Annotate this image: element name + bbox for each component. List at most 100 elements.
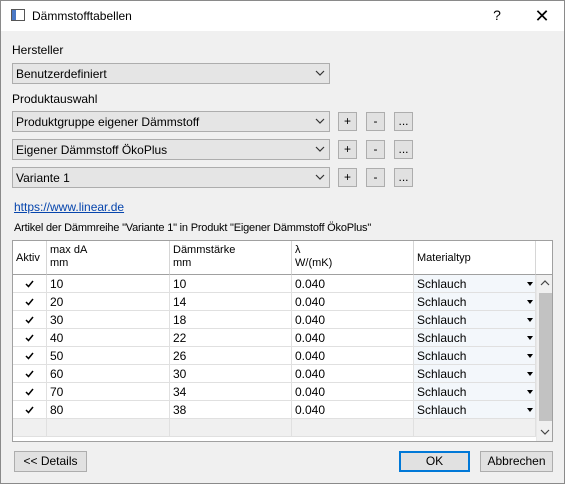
table-row[interactable]: 10 10 0.040 Schlauch xyxy=(13,275,536,293)
details-button[interactable]: << Details xyxy=(14,451,87,472)
help-button[interactable]: ? xyxy=(489,7,505,25)
edit-produktgruppe-button[interactable]: ... xyxy=(394,112,413,131)
max-da-cell[interactable]: 30 xyxy=(47,311,170,329)
hersteller-select[interactable]: Benutzerdefiniert xyxy=(12,63,330,84)
add-produktgruppe-button[interactable]: + xyxy=(338,112,357,131)
max-da-cell[interactable]: 80 xyxy=(47,401,170,419)
remove-daemmstoff-button[interactable]: - xyxy=(366,140,385,159)
chevron-down-icon xyxy=(315,70,325,76)
materialtyp-value: Schlauch xyxy=(417,331,467,345)
max-da-cell[interactable]: 50 xyxy=(47,347,170,365)
materialtyp-select[interactable]: Schlauch xyxy=(414,329,536,347)
aktiv-checkbox[interactable] xyxy=(13,365,47,383)
lambda-cell[interactable]: 0.040 xyxy=(292,311,414,329)
close-button[interactable]: ✕ xyxy=(531,5,553,27)
empty-row xyxy=(13,419,536,437)
aktiv-checkbox[interactable] xyxy=(13,293,47,311)
materialtyp-value: Schlauch xyxy=(417,349,467,363)
aktiv-checkbox[interactable] xyxy=(13,383,47,401)
hersteller-label: Hersteller xyxy=(12,43,64,57)
lambda-cell[interactable]: 0.040 xyxy=(292,347,414,365)
daemmstaerke-cell[interactable]: 18 xyxy=(170,311,292,329)
dropdown-arrow-icon[interactable] xyxy=(527,300,533,304)
produktgruppe-value: Produktgruppe eigener Dämmstoff xyxy=(16,115,200,129)
lambda-cell[interactable]: 0.040 xyxy=(292,365,414,383)
table-row[interactable]: 50 26 0.040 Schlauch xyxy=(13,347,536,365)
header-max-da-unit: mm xyxy=(50,257,69,269)
lambda-cell[interactable]: 0.040 xyxy=(292,329,414,347)
remove-variante-button[interactable]: - xyxy=(366,168,385,187)
header-lambda-label: λ xyxy=(295,244,301,256)
edit-variante-button[interactable]: ... xyxy=(394,168,413,187)
header-daemmstaerke[interactable]: Dämmstärke mm xyxy=(170,241,292,275)
max-da-cell[interactable]: 40 xyxy=(47,329,170,347)
aktiv-checkbox[interactable] xyxy=(13,401,47,419)
table-row[interactable]: 20 14 0.040 Schlauch xyxy=(13,293,536,311)
materialtyp-select[interactable]: Schlauch xyxy=(414,401,536,419)
materialtyp-select[interactable]: Schlauch xyxy=(414,293,536,311)
materialtyp-select[interactable]: Schlauch xyxy=(414,347,536,365)
checkmark-icon xyxy=(25,280,34,288)
lambda-cell[interactable]: 0.040 xyxy=(292,293,414,311)
table-row[interactable]: 80 38 0.040 Schlauch xyxy=(13,401,536,419)
add-variante-button[interactable]: + xyxy=(338,168,357,187)
header-max-da[interactable]: max dA mm xyxy=(47,241,170,275)
edit-daemmstoff-button[interactable]: ... xyxy=(394,140,413,159)
ok-button[interactable]: OK xyxy=(399,451,470,472)
dropdown-arrow-icon[interactable] xyxy=(527,318,533,322)
max-da-cell[interactable]: 70 xyxy=(47,383,170,401)
add-daemmstoff-button[interactable]: + xyxy=(338,140,357,159)
header-daemmstaerke-label: Dämmstärke xyxy=(173,244,236,256)
vertical-scrollbar[interactable] xyxy=(536,275,552,441)
scroll-down-arrow-icon[interactable] xyxy=(537,424,552,441)
table-row[interactable]: 70 34 0.040 Schlauch xyxy=(13,383,536,401)
materialtyp-value: Schlauch xyxy=(417,295,467,309)
daemmstaerke-cell[interactable]: 38 xyxy=(170,401,292,419)
produktgruppe-select[interactable]: Produktgruppe eigener Dämmstoff xyxy=(12,111,330,132)
daemmstoff-select[interactable]: Eigener Dämmstoff ÖkoPlus xyxy=(12,139,330,160)
produktauswahl-label: Produktauswahl xyxy=(12,92,98,106)
header-aktiv[interactable]: Aktiv xyxy=(13,241,47,275)
aktiv-checkbox[interactable] xyxy=(13,347,47,365)
table-row[interactable]: 30 18 0.040 Schlauch xyxy=(13,311,536,329)
dropdown-arrow-icon[interactable] xyxy=(527,390,533,394)
max-da-cell[interactable]: 20 xyxy=(47,293,170,311)
table-row[interactable]: 60 30 0.040 Schlauch xyxy=(13,365,536,383)
dropdown-arrow-icon[interactable] xyxy=(527,336,533,340)
daemmstaerke-cell[interactable]: 14 xyxy=(170,293,292,311)
dropdown-arrow-icon[interactable] xyxy=(527,372,533,376)
aktiv-checkbox[interactable] xyxy=(13,275,47,293)
dialog-window: Dämmstofftabellen ? ✕ Hersteller Benutze… xyxy=(0,0,565,484)
checkmark-icon xyxy=(25,388,34,396)
lambda-cell[interactable]: 0.040 xyxy=(292,383,414,401)
materialtyp-select[interactable]: Schlauch xyxy=(414,311,536,329)
max-da-cell[interactable]: 60 xyxy=(47,365,170,383)
daemmstaerke-cell[interactable]: 26 xyxy=(170,347,292,365)
daemmstaerke-cell[interactable]: 22 xyxy=(170,329,292,347)
cancel-button[interactable]: Abbrechen xyxy=(480,451,553,472)
lambda-cell[interactable]: 0.040 xyxy=(292,401,414,419)
empty-cell xyxy=(13,419,47,437)
variante-select[interactable]: Variante 1 xyxy=(12,167,330,188)
scrollbar-thumb[interactable] xyxy=(539,293,552,421)
scroll-up-arrow-icon[interactable] xyxy=(537,275,552,292)
lambda-cell[interactable]: 0.040 xyxy=(292,275,414,293)
dropdown-arrow-icon[interactable] xyxy=(527,354,533,358)
materialtyp-select[interactable]: Schlauch xyxy=(414,383,536,401)
daemmstaerke-cell[interactable]: 10 xyxy=(170,275,292,293)
dropdown-arrow-icon[interactable] xyxy=(527,408,533,412)
table-row[interactable]: 40 22 0.040 Schlauch xyxy=(13,329,536,347)
materialtyp-select[interactable]: Schlauch xyxy=(414,365,536,383)
website-link[interactable]: https://www.linear.de xyxy=(14,200,124,214)
header-lambda[interactable]: λ W/(mK) xyxy=(292,241,414,275)
articles-table: Aktiv max dA mm Dämmstärke mm λ W/(mK) M… xyxy=(12,240,553,442)
header-materialtyp[interactable]: Materialtyp xyxy=(414,241,536,275)
dropdown-arrow-icon[interactable] xyxy=(527,282,533,286)
max-da-cell[interactable]: 10 xyxy=(47,275,170,293)
aktiv-checkbox[interactable] xyxy=(13,329,47,347)
daemmstaerke-cell[interactable]: 30 xyxy=(170,365,292,383)
daemmstaerke-cell[interactable]: 34 xyxy=(170,383,292,401)
aktiv-checkbox[interactable] xyxy=(13,311,47,329)
remove-produktgruppe-button[interactable]: - xyxy=(366,112,385,131)
materialtyp-select[interactable]: Schlauch xyxy=(414,275,536,293)
